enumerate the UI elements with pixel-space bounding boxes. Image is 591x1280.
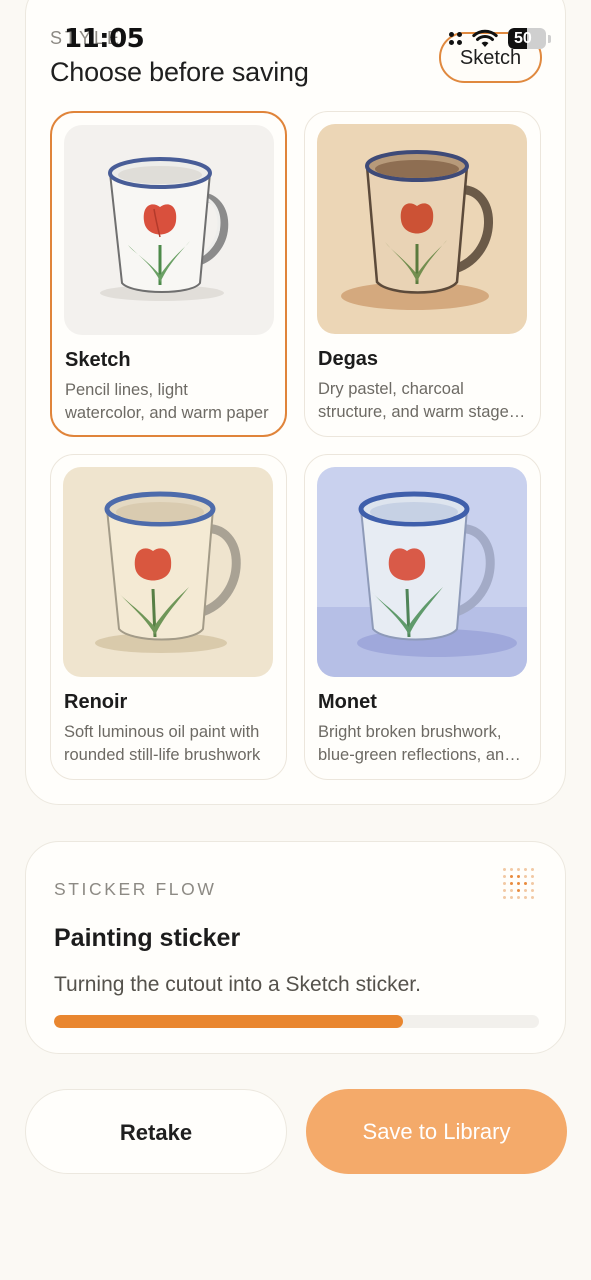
- style-description-line: structure, and warm stage light: [318, 403, 526, 421]
- progress-bar: [54, 1015, 539, 1028]
- battery-nub: [548, 34, 551, 43]
- flow-eyebrow: STICKER FLOW: [54, 879, 217, 899]
- style-description-line: Bright broken brushwork,: [318, 723, 502, 741]
- save-to-library-button[interactable]: Save to Library: [306, 1089, 567, 1174]
- style-description: Pencil lines, light watercolor, and warm…: [65, 379, 273, 425]
- style-description: Soft luminous oil paint with rounded sti…: [64, 721, 272, 767]
- battery-icon: 50: [508, 28, 546, 49]
- style-name: Sketch: [65, 349, 131, 371]
- degas-thumbnail: [317, 124, 527, 334]
- status-icons: 50: [449, 28, 551, 49]
- style-name: Renoir: [64, 691, 128, 713]
- style-description-line: watercolor, and warm paper: [65, 404, 269, 422]
- renoir-thumbnail: [63, 467, 273, 677]
- style-description-line: blue-green reflections, and light: [318, 746, 526, 764]
- progress-fill: [54, 1015, 404, 1028]
- style-description-line: Soft luminous oil paint with: [64, 723, 260, 741]
- style-description-line: Pencil lines, light: [65, 381, 188, 399]
- monet-thumbnail: [317, 467, 527, 677]
- retake-button[interactable]: Retake: [25, 1089, 287, 1174]
- dot-grid-icon: [503, 868, 534, 899]
- sketch-thumbnail: [64, 125, 274, 335]
- sticker-flow-card: STICKER FLOW Painting sticker Turning th…: [25, 841, 566, 1054]
- style-description-line: Dry pastel, charcoal: [318, 380, 464, 398]
- mug-illustration-degas: [317, 124, 527, 334]
- style-tile-monet[interactable]: Monet Bright broken brushwork, blue-gree…: [304, 454, 541, 780]
- mug-illustration-renoir: [63, 467, 273, 677]
- style-tile-renoir[interactable]: Renoir Soft luminous oil paint with roun…: [50, 454, 287, 780]
- mug-illustration-sketch: [64, 125, 274, 335]
- flow-title: Painting sticker: [54, 924, 241, 952]
- style-name: Degas: [318, 348, 379, 370]
- status-bar: 11:05 50: [0, 0, 591, 70]
- flow-status-text: Turning the cutout into a Sketch sticker…: [54, 973, 421, 996]
- mug-illustration-monet: [317, 467, 527, 677]
- style-description-line: rounded still-life brushwork: [64, 746, 261, 764]
- style-tile-degas[interactable]: Degas Dry pastel, charcoal structure, an…: [304, 111, 541, 437]
- style-tile-sketch[interactable]: Sketch Pencil lines, light watercolor, a…: [50, 111, 287, 437]
- style-description: Dry pastel, charcoal structure, and warm…: [318, 378, 526, 424]
- style-description: Bright broken brushwork, blue-green refl…: [318, 721, 526, 767]
- status-time: 11:05: [64, 24, 145, 54]
- wifi-icon: [472, 29, 498, 47]
- style-name: Monet: [318, 691, 377, 713]
- battery-percent: 50: [514, 30, 532, 47]
- cellular-signal-icon: [449, 32, 462, 45]
